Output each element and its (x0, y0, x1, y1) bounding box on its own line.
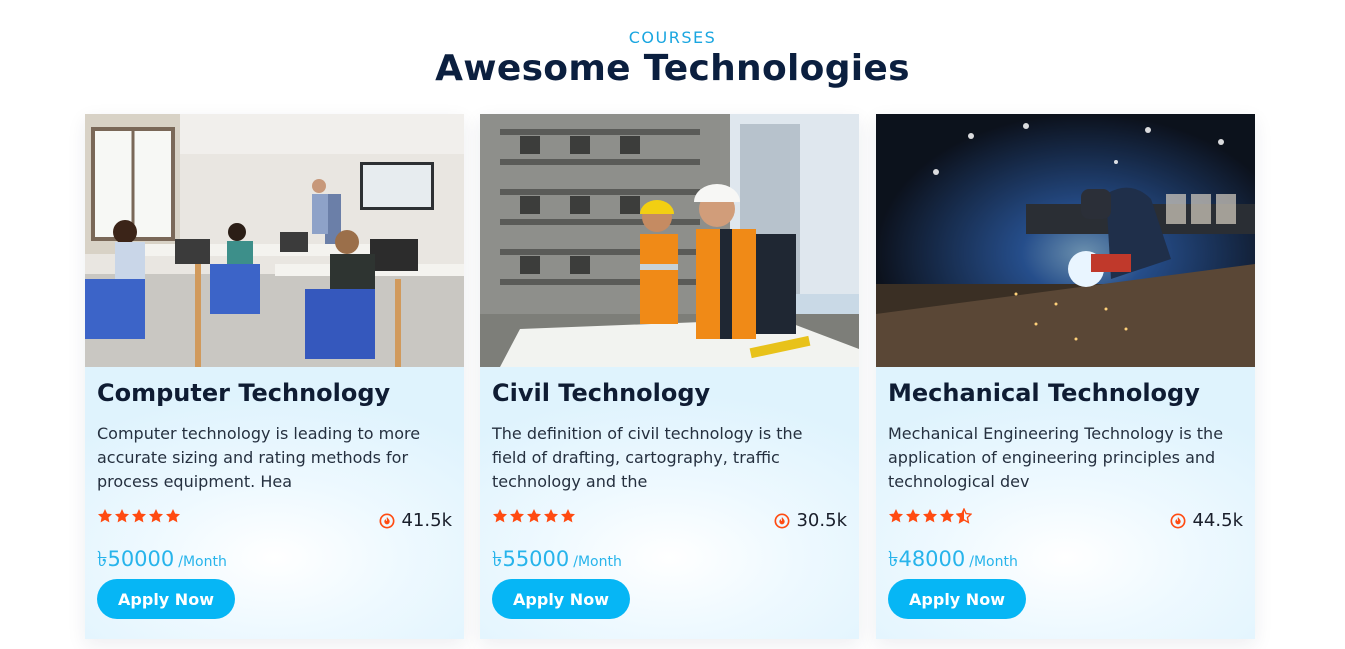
price-amount: ৳55000 (492, 547, 570, 571)
course-image-welding[interactable] (876, 114, 1255, 367)
apply-now-button[interactable]: Apply Now (97, 579, 235, 619)
course-description: The definition of civil technology is th… (492, 424, 803, 491)
price-amount: ৳50000 (97, 547, 175, 571)
star-icon (923, 509, 937, 523)
star-icon (889, 509, 903, 523)
star-icon (544, 509, 558, 523)
star-icon (115, 509, 129, 523)
section-eyebrow: COURSES (628, 28, 717, 47)
price-amount: ৳48000 (888, 547, 966, 571)
course-title[interactable]: Computer Technology (97, 379, 390, 407)
course-title[interactable]: Civil Technology (492, 379, 710, 407)
views-value: 41.5k (401, 510, 452, 531)
apply-now-button[interactable]: Apply Now (492, 579, 630, 619)
star-half-icon (956, 508, 972, 524)
star-icon (527, 509, 541, 523)
price-period: /Month (969, 554, 1018, 570)
course-description: Mechanical Engineering Technology is the… (888, 424, 1224, 491)
views-count: 41.5k (379, 510, 452, 531)
views-count: 44.5k (1170, 510, 1243, 531)
course-price: ৳50000 /Month (97, 543, 227, 578)
rating-stars (888, 508, 972, 528)
views-value: 30.5k (796, 510, 847, 531)
apply-now-button[interactable]: Apply Now (888, 579, 1026, 619)
star-icon (510, 509, 524, 523)
fire-icon (1170, 513, 1186, 528)
course-card: Computer Technology Computer technology … (85, 114, 464, 639)
star-icon (940, 509, 954, 523)
course-image-classroom[interactable] (85, 114, 464, 367)
views-count: 30.5k (774, 510, 847, 531)
price-period: /Month (178, 554, 227, 570)
star-icon (493, 509, 507, 523)
course-price: ৳48000 /Month (888, 543, 1018, 578)
views-value: 44.5k (1192, 510, 1243, 531)
course-image-construction[interactable] (480, 114, 859, 367)
star-icon (132, 509, 146, 523)
star-icon (906, 509, 920, 523)
course-card: Mechanical Technology Mechanical Enginee… (876, 114, 1255, 639)
rating-stars (492, 508, 576, 528)
star-icon (166, 509, 180, 523)
price-period: /Month (573, 554, 622, 570)
fire-icon (774, 513, 790, 528)
course-description: Computer technology is leading to more a… (97, 424, 421, 491)
course-title[interactable]: Mechanical Technology (888, 379, 1200, 407)
course-card: Civil Technology The definition of civil… (480, 114, 859, 639)
section-title: Awesome Technologies (435, 48, 910, 89)
rating-stars (97, 508, 181, 528)
fire-icon (379, 513, 395, 528)
course-price: ৳55000 /Month (492, 543, 622, 578)
star-icon (98, 509, 112, 523)
star-icon (561, 509, 575, 523)
star-icon (149, 509, 163, 523)
